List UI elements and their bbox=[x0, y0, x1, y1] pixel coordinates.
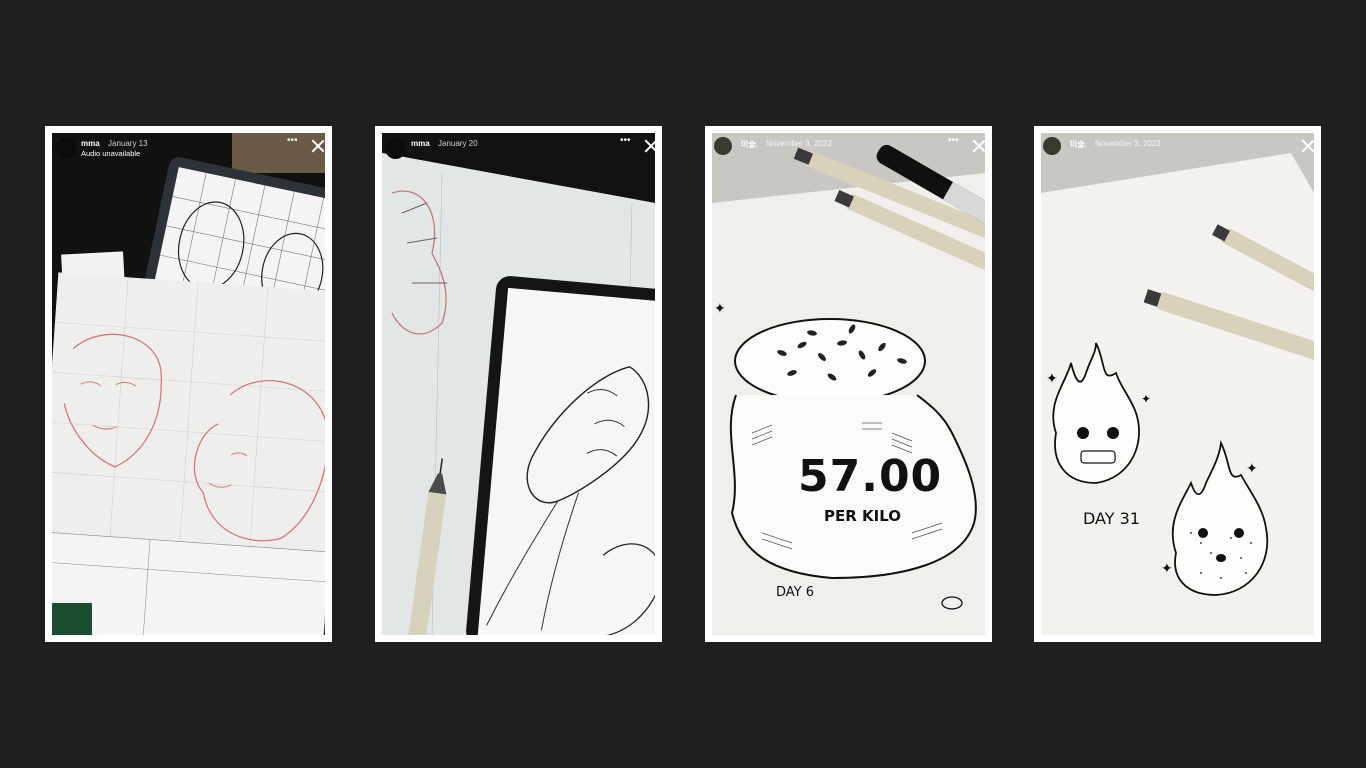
day-text: DAY 31 bbox=[1083, 509, 1140, 528]
fire-spirits-drawing-image: ✦ ✦ ✦ ✦ bbox=[1041, 133, 1314, 635]
svg-text:✦: ✦ bbox=[1046, 370, 1058, 386]
price-text: 57.00 bbox=[798, 451, 943, 502]
story-photo-2: mma January 20 ••• bbox=[382, 133, 655, 635]
story-card-3[interactable]: ✦ 57.00 PER KILO DAY 6 미술. November 3, 2… bbox=[705, 126, 992, 642]
story-photo-3: ✦ 57.00 PER KILO DAY 6 미술. November 3, 2… bbox=[712, 133, 985, 635]
svg-text:✦: ✦ bbox=[1246, 460, 1258, 476]
post-date: November 3, 2023 bbox=[1095, 139, 1161, 148]
svg-text:✦: ✦ bbox=[1161, 560, 1173, 576]
username[interactable]: 미술. bbox=[741, 139, 758, 150]
post-date: January 20 bbox=[438, 139, 478, 148]
more-options-icon[interactable]: ••• bbox=[620, 136, 631, 146]
username[interactable]: mma bbox=[411, 139, 430, 148]
story-card-2[interactable]: mma January 20 ••• bbox=[375, 126, 662, 642]
username[interactable]: mma bbox=[81, 139, 100, 148]
close-icon[interactable] bbox=[1301, 139, 1314, 153]
story-header: 미술. November 3, 2023 bbox=[1041, 133, 1314, 173]
post-date: January 13 bbox=[108, 139, 148, 148]
unit-text: PER KILO bbox=[824, 507, 901, 525]
close-icon[interactable] bbox=[644, 139, 655, 153]
rice-sack-drawing-image: ✦ bbox=[712, 133, 985, 635]
story-card-1[interactable]: mma January 13 Audio unavailable ••• bbox=[45, 126, 332, 642]
audio-status: Audio unavailable bbox=[81, 149, 141, 158]
story-card-4[interactable]: ✦ ✦ ✦ ✦ DAY 31 미술. November 3, 2023 bbox=[1034, 126, 1321, 642]
story-header: 미술. November 3, 2023 ••• bbox=[712, 133, 985, 173]
svg-text:✦: ✦ bbox=[714, 300, 726, 316]
story-photo-1: mma January 13 Audio unavailable ••• bbox=[52, 133, 325, 635]
avatar[interactable] bbox=[1043, 137, 1061, 155]
close-icon[interactable] bbox=[972, 139, 985, 153]
story-header: mma January 13 Audio unavailable ••• bbox=[52, 133, 325, 173]
avatar[interactable] bbox=[385, 138, 406, 159]
more-options-icon[interactable]: ••• bbox=[287, 136, 298, 146]
story-photo-4: ✦ ✦ ✦ ✦ DAY 31 미술. November 3, 2023 bbox=[1041, 133, 1314, 635]
close-icon[interactable] bbox=[311, 139, 325, 153]
sketch-hands-image bbox=[382, 133, 655, 635]
day-text: DAY 6 bbox=[776, 585, 815, 600]
username[interactable]: 미술. bbox=[1070, 139, 1087, 150]
story-gallery: mma January 13 Audio unavailable ••• mma… bbox=[0, 0, 1366, 768]
avatar[interactable] bbox=[714, 137, 732, 155]
post-date: November 3, 2023 bbox=[766, 139, 832, 148]
sketch-tablet-faces-image bbox=[52, 133, 325, 635]
more-options-icon[interactable]: ••• bbox=[948, 136, 959, 146]
story-header: mma January 20 ••• bbox=[382, 133, 655, 173]
svg-text:✦: ✦ bbox=[1141, 392, 1151, 406]
avatar[interactable] bbox=[55, 138, 76, 159]
